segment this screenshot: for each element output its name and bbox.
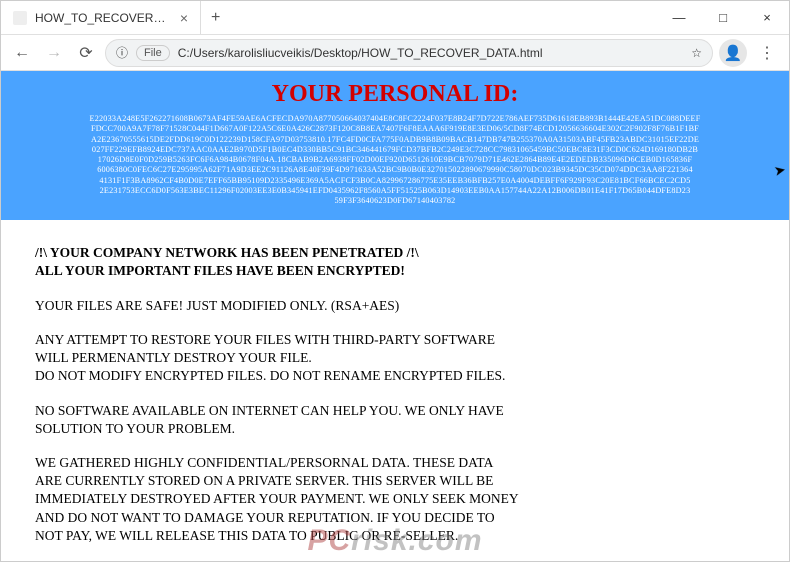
id-line: 2E231753ECC6D0F563E3BEC11296F02003EE3E0B… bbox=[15, 186, 775, 196]
reload-button[interactable]: ⟳ bbox=[73, 40, 99, 66]
forward-button[interactable]: → bbox=[41, 40, 67, 66]
ransom-note-body: /!\ YOUR COMPANY NETWORK HAS BEEN PENETR… bbox=[1, 220, 789, 561]
id-line: FDCC700A9A7F78F71528C044F1D667A0F122A5C6… bbox=[15, 124, 775, 134]
menu-button[interactable]: ⋮ bbox=[753, 39, 781, 67]
personal-id-heading: YOUR PERSONAL ID: bbox=[11, 81, 779, 108]
text-line: NO SOFTWARE AVAILABLE ON INTERNET CAN HE… bbox=[35, 402, 755, 420]
close-tab-icon[interactable]: × bbox=[180, 10, 188, 26]
browser-window: HOW_TO_RECOVER_DATA.html × + — □ × ← → ⟳… bbox=[0, 0, 790, 562]
minimize-button[interactable]: — bbox=[657, 1, 701, 34]
personal-id-value: E22033A248E5F262271608B0673AF4FE59AE6ACF… bbox=[11, 114, 779, 206]
text-line: WILL PERMENANTLY DESTROY YOUR FILE. bbox=[35, 349, 755, 367]
bookmark-star-icon[interactable]: ☆ bbox=[691, 46, 702, 60]
no-software-paragraph: NO SOFTWARE AVAILABLE ON INTERNET CAN HE… bbox=[35, 402, 755, 438]
page-content[interactable]: YOUR PERSONAL ID: E22033A248E5F262271608… bbox=[1, 71, 789, 561]
window-controls: — □ × bbox=[657, 1, 789, 34]
text-line: SOLUTION TO YOUR PROBLEM. bbox=[35, 420, 755, 438]
maximize-button[interactable]: □ bbox=[701, 1, 745, 34]
file-scheme-chip: File bbox=[136, 45, 170, 61]
text-line: IMMEDIATELY DESTROYED AFTER YOUR PAYMENT… bbox=[35, 490, 755, 508]
id-line: 59F3F3640623D0FD67140403782 bbox=[15, 196, 775, 206]
new-tab-button[interactable]: + bbox=[201, 1, 230, 34]
titlebar: HOW_TO_RECOVER_DATA.html × + — □ × bbox=[1, 1, 789, 35]
address-bar[interactable]: ⓘ File C:/Users/karolisliucveikis/Deskto… bbox=[105, 39, 713, 67]
id-line: 4131F1F3BA8962CF4B0D0E7EFF65BB95109D2335… bbox=[15, 176, 775, 186]
toolbar: ← → ⟳ ⓘ File C:/Users/karolisliucveikis/… bbox=[1, 35, 789, 71]
text-line: DO NOT MODIFY ENCRYPTED FILES. DO NOT RE… bbox=[35, 367, 755, 385]
personal-id-banner: YOUR PERSONAL ID: E22033A248E5F262271608… bbox=[1, 71, 789, 220]
id-line: E22033A248E5F262271608B0673AF4FE59AE6ACF… bbox=[15, 114, 775, 124]
close-window-button[interactable]: × bbox=[745, 1, 789, 34]
back-button[interactable]: ← bbox=[9, 40, 35, 66]
text-line: AND DO NOT WANT TO DAMAGE YOUR REPUTATIO… bbox=[35, 509, 755, 527]
page-favicon bbox=[13, 11, 27, 25]
warning-block: /!\ YOUR COMPANY NETWORK HAS BEEN PENETR… bbox=[35, 244, 755, 280]
text-line: ARE CURRENTLY STORED ON A PRIVATE SERVER… bbox=[35, 472, 755, 490]
files-safe-line: YOUR FILES ARE SAFE! JUST MODIFIED ONLY.… bbox=[35, 297, 755, 315]
text-line: ANY ATTEMPT TO RESTORE YOUR FILES WITH T… bbox=[35, 331, 755, 349]
tab-title: HOW_TO_RECOVER_DATA.html bbox=[35, 11, 172, 25]
id-line: 6006380C0FEC6C27E295995A62F71A9D3EE2C911… bbox=[15, 165, 775, 175]
id-line: 17026D8E0F0D259B5263FC6F6A984B0678F04A.1… bbox=[15, 155, 775, 165]
browser-tab[interactable]: HOW_TO_RECOVER_DATA.html × bbox=[1, 1, 201, 34]
url-text: C:/Users/karolisliucveikis/Desktop/HOW_T… bbox=[178, 46, 683, 60]
id-line: A2E23670555615DE2FDD619C0D122239D158CFA9… bbox=[15, 135, 775, 145]
attempt-paragraph: ANY ATTEMPT TO RESTORE YOUR FILES WITH T… bbox=[35, 331, 755, 386]
id-line: 027FF229EFB8924EDC737AAC0AAE2B970D5F1B0E… bbox=[15, 145, 775, 155]
profile-button[interactable]: 👤 bbox=[719, 39, 747, 67]
data-leak-paragraph: WE GATHERED HIGHLY CONFIDENTIAL/PERSORNA… bbox=[35, 454, 755, 545]
penetrated-line: /!\ YOUR COMPANY NETWORK HAS BEEN PENETR… bbox=[35, 244, 755, 262]
text-line: WE GATHERED HIGHLY CONFIDENTIAL/PERSORNA… bbox=[35, 454, 755, 472]
encrypted-line: ALL YOUR IMPORTANT FILES HAVE BEEN ENCRY… bbox=[35, 262, 755, 280]
site-info-icon[interactable]: ⓘ bbox=[116, 44, 128, 61]
text-line: NOT PAY, WE WILL RELEASE THIS DATA TO PU… bbox=[35, 527, 755, 545]
